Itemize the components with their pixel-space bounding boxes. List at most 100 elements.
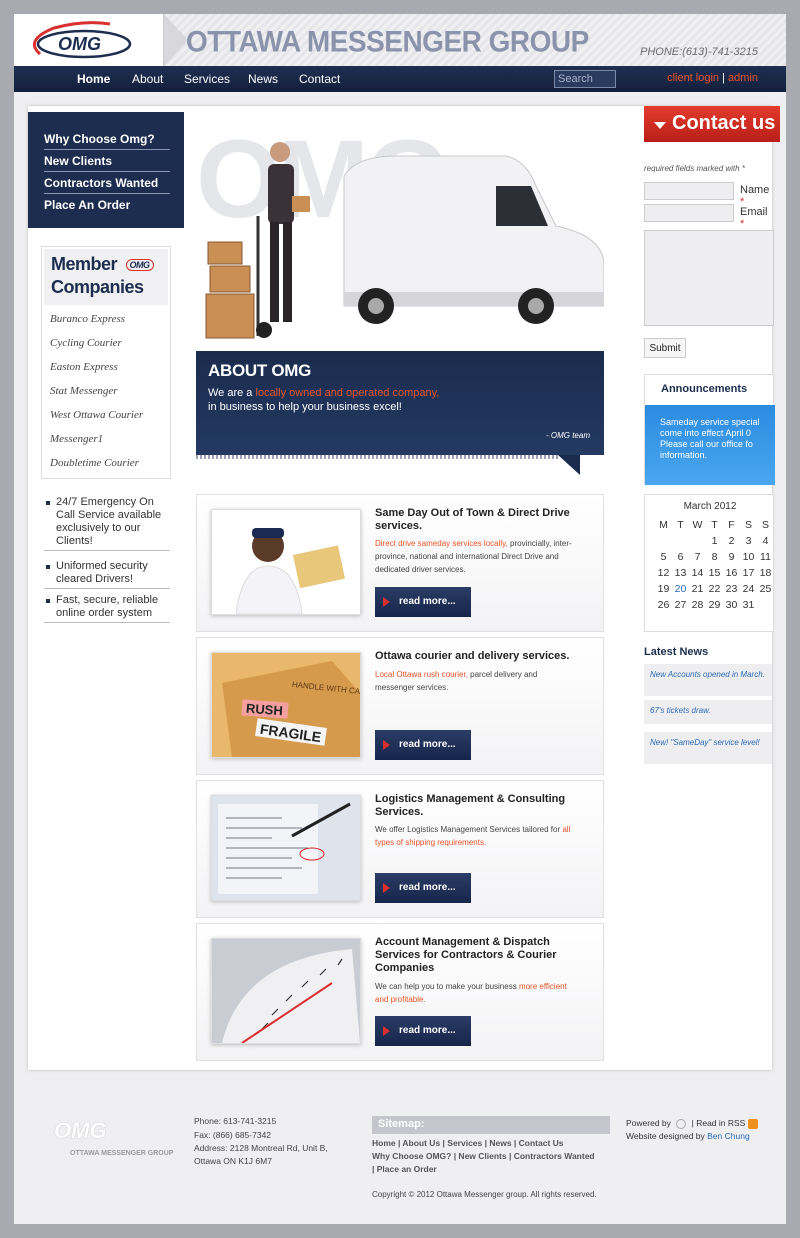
- calendar-day[interactable]: 27: [672, 599, 689, 612]
- calendar-day[interactable]: 18: [757, 567, 774, 580]
- calendar-day[interactable]: 3: [740, 535, 757, 548]
- about-title: ABOUT OMG: [208, 361, 312, 380]
- designer-link[interactable]: Ben Chung: [707, 1131, 750, 1141]
- site-header: OMG OTTAWA MESSENGER GROUP PHONE:(613)-7…: [14, 14, 786, 66]
- member-item[interactable]: Cycling Courier: [50, 337, 122, 349]
- link-new-clients[interactable]: New Clients: [44, 154, 170, 172]
- announcements-box: Announcements Sameday service special co…: [644, 374, 775, 485]
- nav-about[interactable]: About: [132, 72, 163, 86]
- calendar-day-header: T: [711, 519, 718, 531]
- calendar-day[interactable]: 11: [757, 551, 774, 564]
- calendar-day[interactable]: 4: [757, 535, 774, 548]
- calendar-day[interactable]: 24: [740, 583, 757, 596]
- calendar-day[interactable]: 2: [723, 535, 740, 548]
- calendar-day[interactable]: 22: [706, 583, 723, 596]
- nav-contact[interactable]: Contact: [299, 72, 340, 86]
- about-signature: - OMG team: [545, 431, 590, 440]
- read-more-button[interactable]: read more...: [375, 1016, 471, 1046]
- read-rss-link[interactable]: Read in RSS: [696, 1118, 745, 1128]
- submit-button[interactable]: Submit: [644, 338, 686, 358]
- calendar-day[interactable]: 7: [689, 551, 706, 564]
- members-omg-logo: OMG: [125, 259, 154, 272]
- calendar-day[interactable]: 21: [689, 583, 706, 596]
- footer-address-2: Ottawa ON K1J 6M7: [194, 1156, 272, 1166]
- announcement-line: come into effect April 0: [660, 428, 751, 438]
- rss-icon[interactable]: [747, 1118, 758, 1129]
- calendar-day[interactable]: 15: [706, 567, 723, 580]
- nav-services[interactable]: Services: [184, 72, 230, 86]
- name-label-text: Name: [740, 184, 770, 196]
- link-place-order[interactable]: Place An Order: [44, 198, 170, 215]
- card-desc-highlight: Direct drive sameday services locally,: [375, 539, 508, 548]
- calendar-day[interactable]: 1: [706, 535, 723, 548]
- calendar-month: March 2012: [683, 501, 737, 512]
- card-image-boxes: RUSH FRAGILE HANDLE WITH CARE: [211, 652, 372, 758]
- email-field[interactable]: [644, 204, 734, 222]
- omg-logo-icon: OMG: [32, 21, 132, 59]
- message-textarea[interactable]: [644, 230, 774, 326]
- calendar-day: [655, 535, 672, 548]
- main-column: OMG ABOUT OMG We are a locally owned and…: [184, 106, 616, 1070]
- search-input[interactable]: Search: [554, 70, 616, 88]
- calendar-day[interactable]: 23: [723, 583, 740, 596]
- name-field[interactable]: [644, 182, 734, 200]
- calendar-day[interactable]: 16: [723, 567, 740, 580]
- link-why-choose[interactable]: Why Choose Omg?: [44, 132, 170, 150]
- email-label: Email *: [740, 206, 772, 230]
- members-title-2: Companies: [51, 277, 144, 298]
- service-card: Logistics Management & Consulting Servic…: [196, 780, 604, 918]
- required-star: *: [740, 218, 745, 230]
- admin-link[interactable]: admin: [728, 72, 758, 84]
- calendar-day[interactable]: 8: [706, 551, 723, 564]
- member-item[interactable]: Buranco Express: [50, 313, 125, 325]
- calendar-day[interactable]: 17: [740, 567, 757, 580]
- sitemap-title: Sitemap:: [372, 1116, 610, 1134]
- feature-item: Uniformed security cleared Drivers!: [44, 560, 170, 589]
- member-item[interactable]: Easton Express: [50, 361, 118, 373]
- news-item[interactable]: 67's tickets draw.: [644, 700, 772, 724]
- member-item[interactable]: Doubletime Courier: [50, 457, 139, 469]
- logo-text: OMG: [58, 34, 101, 54]
- hero-image: OMG: [196, 116, 604, 346]
- calendar-day[interactable]: 13: [672, 567, 689, 580]
- news-item[interactable]: New! "SameDay" service level!: [644, 732, 772, 764]
- calendar-day[interactable]: 31: [740, 599, 757, 612]
- sitemap-links-3[interactable]: | Place an Order: [372, 1164, 437, 1174]
- calendar-day[interactable]: 19: [655, 583, 672, 596]
- client-login-link[interactable]: client login: [667, 72, 719, 84]
- calendar-day[interactable]: 20: [672, 583, 689, 596]
- sitemap-links-2[interactable]: Why Choose OMG? | New Clients | Contract…: [372, 1151, 595, 1161]
- calendar-day[interactable]: 29: [706, 599, 723, 612]
- nav-news[interactable]: News: [248, 72, 278, 86]
- calendar-day[interactable]: 25: [757, 583, 774, 596]
- service-card: RUSH FRAGILE HANDLE WITH CARE Ottawa cou…: [196, 637, 604, 775]
- copyright: Copyright © 2012 Ottawa Messenger group.…: [372, 1190, 597, 1199]
- card-description: Local Ottawa rush courier, parcel delive…: [375, 668, 575, 694]
- news-item[interactable]: New Accounts opened in March.: [644, 664, 772, 696]
- calendar-day[interactable]: 5: [655, 551, 672, 564]
- about-banner: ABOUT OMG We are a locally owned and ope…: [196, 351, 604, 455]
- site-logo[interactable]: OMG: [14, 14, 164, 66]
- member-item[interactable]: Messenger1: [50, 433, 103, 445]
- calendar-day[interactable]: 12: [655, 567, 672, 580]
- link-contractors[interactable]: Contractors Wanted: [44, 176, 170, 194]
- calendar-day[interactable]: 6: [672, 551, 689, 564]
- read-more-button[interactable]: read more...: [375, 587, 471, 617]
- calendar-day[interactable]: 10: [740, 551, 757, 564]
- member-item[interactable]: West Ottawa Courier: [50, 409, 143, 421]
- fragile-box-illustration: RUSH FRAGILE HANDLE WITH CARE: [212, 653, 372, 757]
- sitemap-links-1[interactable]: Home | About Us | Services | News | Cont…: [372, 1138, 564, 1148]
- about-line-1-text: We are a: [208, 387, 256, 399]
- calendar-day[interactable]: 9: [723, 551, 740, 564]
- announcement-line: Please call our office fo: [660, 439, 753, 449]
- calendar-day[interactable]: 30: [723, 599, 740, 612]
- nav-home[interactable]: Home: [77, 72, 110, 86]
- member-item[interactable]: Stat Messenger: [50, 385, 118, 397]
- right-column: Contact us required fields marked with *…: [616, 106, 780, 1070]
- read-more-button[interactable]: read more...: [375, 730, 471, 760]
- calendar-day[interactable]: 28: [689, 599, 706, 612]
- calendar-day[interactable]: 26: [655, 599, 672, 612]
- wordpress-icon[interactable]: [676, 1118, 687, 1129]
- calendar-day[interactable]: 14: [689, 567, 706, 580]
- read-more-button[interactable]: read more...: [375, 873, 471, 903]
